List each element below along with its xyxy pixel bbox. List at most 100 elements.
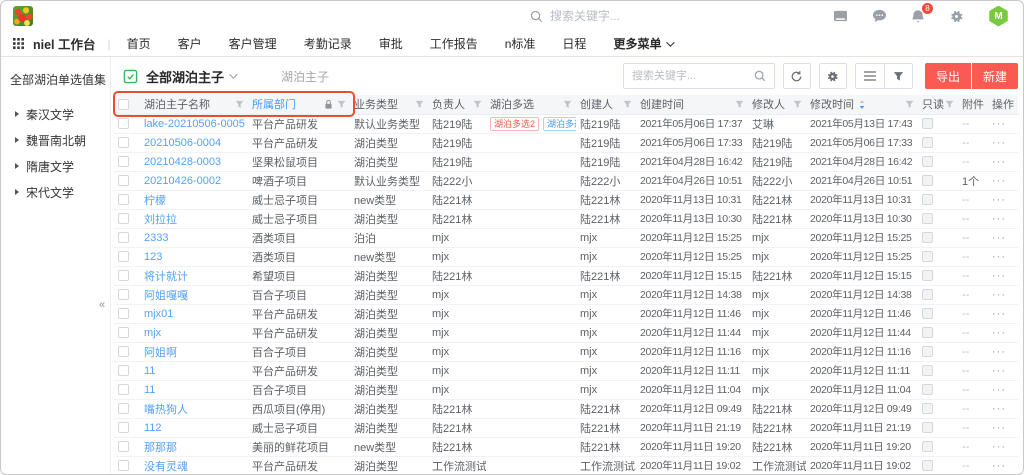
record-name-link[interactable]: 嘴热狗人: [144, 404, 188, 416]
sidebar-tree-item[interactable]: 秦汉文学: [1, 101, 110, 127]
column-settings-button[interactable]: [856, 64, 884, 88]
row-actions-button[interactable]: ···: [988, 152, 1018, 171]
global-search[interactable]: [530, 9, 725, 23]
chat-icon[interactable]: [872, 9, 887, 23]
row-actions-button[interactable]: ···: [988, 266, 1018, 285]
table-search-input[interactable]: [632, 70, 754, 82]
filter-icon[interactable]: [623, 100, 632, 109]
record-name-link[interactable]: 阿姐啊: [144, 347, 177, 359]
row-checkbox[interactable]: [118, 441, 129, 452]
row-checkbox[interactable]: [118, 403, 129, 414]
column-header-label[interactable]: 业务类型: [354, 96, 398, 112]
record-name-link[interactable]: 柠檬: [144, 195, 166, 207]
filter-icon[interactable]: [793, 100, 802, 109]
expand-arrow-icon[interactable]: [15, 111, 19, 117]
record-name-link[interactable]: 20210506-0004: [144, 137, 221, 149]
record-name-link[interactable]: 没有灵魂: [144, 461, 188, 473]
column-header-label[interactable]: 湖泊多选: [490, 96, 534, 112]
row-checkbox[interactable]: [118, 194, 129, 205]
settings-button[interactable]: [819, 63, 847, 89]
nav-item[interactable]: 客户: [178, 35, 202, 52]
row-actions-button[interactable]: ···: [988, 437, 1018, 456]
record-name-link[interactable]: 刘拉拉: [144, 214, 177, 226]
row-checkbox[interactable]: [118, 460, 129, 471]
column-header-label[interactable]: 只读: [922, 96, 944, 112]
filter-icon[interactable]: [415, 100, 424, 109]
column-header-label[interactable]: 创建人: [580, 96, 613, 112]
column-header-label[interactable]: 所属部门: [252, 96, 296, 112]
filter-icon[interactable]: [735, 100, 744, 109]
workspace-title[interactable]: niel 工作台: [33, 34, 96, 53]
column-header-label[interactable]: 负责人: [432, 96, 465, 112]
create-button[interactable]: 新建: [972, 63, 1018, 89]
row-actions-button[interactable]: ···: [988, 361, 1018, 380]
record-name-link[interactable]: 123: [144, 251, 162, 263]
nav-item[interactable]: 客户管理: [229, 35, 277, 52]
row-actions-button[interactable]: ···: [988, 285, 1018, 304]
nav-item[interactable]: 审批: [379, 35, 403, 52]
filter-icon[interactable]: [905, 100, 914, 109]
filter-button[interactable]: [884, 64, 912, 88]
select-all-checkbox[interactable]: [118, 99, 129, 110]
row-checkbox[interactable]: [118, 137, 129, 148]
row-actions-button[interactable]: ···: [988, 323, 1018, 342]
column-header-label[interactable]: 湖泊主子名称: [144, 96, 210, 112]
row-actions-button[interactable]: ···: [988, 228, 1018, 247]
column-header-label[interactable]: 修改人: [752, 96, 785, 112]
nav-item[interactable]: 日程: [562, 35, 586, 52]
record-name-link[interactable]: lake-20210506-0005: [144, 118, 245, 130]
filter-icon[interactable]: [563, 100, 572, 109]
nav-more-menu[interactable]: 更多菜单: [613, 35, 672, 52]
filter-icon[interactable]: [337, 100, 346, 109]
column-header-label[interactable]: 创建时间: [640, 96, 684, 112]
filter-icon[interactable]: [473, 100, 482, 109]
record-name-link[interactable]: 那那那: [144, 442, 177, 454]
row-actions-button[interactable]: ···: [988, 456, 1018, 475]
row-checkbox[interactable]: [118, 327, 129, 338]
row-actions-button[interactable]: ···: [988, 304, 1018, 323]
nav-item[interactable]: n标准: [505, 35, 536, 52]
record-name-link[interactable]: 阿姐嘎嘎: [144, 290, 188, 302]
bell-icon[interactable]: 8: [911, 9, 925, 24]
export-button[interactable]: 导出: [925, 63, 971, 89]
row-actions-button[interactable]: ···: [988, 171, 1018, 190]
sort-icon[interactable]: [858, 99, 866, 110]
row-checkbox[interactable]: [118, 308, 129, 319]
row-checkbox[interactable]: [118, 346, 129, 357]
row-checkbox[interactable]: [118, 289, 129, 300]
column-header-label[interactable]: 附件: [962, 96, 984, 112]
row-actions-button[interactable]: ···: [988, 342, 1018, 361]
expand-arrow-icon[interactable]: [15, 137, 19, 143]
view-switch-chevron-icon[interactable]: [229, 70, 237, 78]
record-name-link[interactable]: 11: [144, 384, 155, 396]
view-title[interactable]: 全部湖泊主子: [146, 67, 224, 86]
expand-arrow-icon[interactable]: [15, 189, 19, 195]
row-actions-button[interactable]: ···: [988, 418, 1018, 437]
row-checkbox[interactable]: [118, 270, 129, 281]
row-checkbox[interactable]: [118, 118, 129, 129]
column-header-label[interactable]: 修改时间: [810, 96, 854, 112]
notebook-icon[interactable]: [833, 10, 848, 23]
sidebar-collapse-handle[interactable]: «: [99, 299, 105, 311]
row-checkbox[interactable]: [118, 175, 129, 186]
row-checkbox[interactable]: [118, 213, 129, 224]
row-checkbox[interactable]: [118, 422, 129, 433]
row-checkbox[interactable]: [118, 232, 129, 243]
nav-item[interactable]: 工作报告: [430, 35, 478, 52]
record-name-link[interactable]: mjx: [144, 327, 161, 339]
filter-icon[interactable]: [945, 100, 954, 109]
record-name-link[interactable]: 112: [144, 422, 162, 434]
user-avatar[interactable]: M: [988, 6, 1009, 27]
sidebar-tree-item[interactable]: 隋唐文学: [1, 153, 110, 179]
sidebar-tree-item[interactable]: 魏晋南北朝: [1, 127, 110, 153]
nav-item[interactable]: 考勤记录: [304, 35, 352, 52]
app-grid-icon[interactable]: [13, 38, 24, 49]
row-actions-button[interactable]: ···: [988, 190, 1018, 209]
refresh-button[interactable]: [783, 63, 811, 89]
nav-item[interactable]: 首页: [127, 35, 151, 52]
record-name-link[interactable]: 2333: [144, 232, 168, 244]
record-name-link[interactable]: 将计就计: [144, 271, 188, 283]
global-search-input[interactable]: [550, 9, 700, 23]
record-name-link[interactable]: 11: [144, 365, 155, 377]
sidebar-tree-item[interactable]: 宋代文学: [1, 179, 110, 205]
